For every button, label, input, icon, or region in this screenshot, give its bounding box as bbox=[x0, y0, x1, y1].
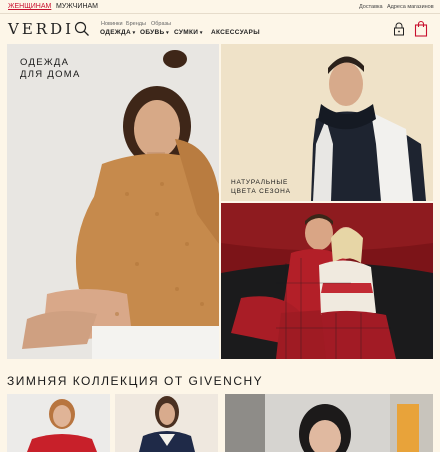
banner-home-clothing[interactable]: ОДЕЖДА ДЛЯ ДОМА bbox=[7, 44, 219, 359]
lock-icon[interactable] bbox=[393, 22, 405, 36]
subnav-looks[interactable]: Образы bbox=[151, 21, 171, 27]
nav-bags-label: СУМКИ bbox=[174, 29, 199, 36]
nav-shoes[interactable]: ОБУВЬ ▾ bbox=[140, 29, 169, 36]
subnav-new[interactable]: Новинки bbox=[101, 21, 123, 27]
product-card[interactable] bbox=[115, 394, 218, 452]
tab-women[interactable]: ЖЕНЩИНАМ bbox=[8, 3, 51, 10]
chevron-down-icon: ▾ bbox=[164, 30, 169, 36]
caption-line: ЦВЕТА СЕЗОНА bbox=[231, 188, 291, 195]
nav-bags[interactable]: СУМКИ ▾ bbox=[174, 29, 203, 36]
product-image bbox=[225, 394, 433, 452]
product-image bbox=[115, 394, 218, 452]
banner-home-clothing-image bbox=[7, 44, 219, 359]
banner-couple-pajamas-image bbox=[221, 203, 433, 359]
top-divider bbox=[0, 13, 440, 14]
logo[interactable]: VERDI bbox=[8, 20, 74, 38]
nav-accessories[interactable]: АКСЕССУАРЫ bbox=[211, 29, 260, 36]
nav-clothing-label: ОДЕЖДА bbox=[100, 29, 131, 36]
caption-line: ОДЕЖДА bbox=[20, 57, 70, 68]
banner-natural-colors[interactable]: НАТУРАЛЬНЫЕ ЦВЕТА СЕЗОНА bbox=[221, 44, 433, 201]
chevron-down-icon: ▾ bbox=[130, 30, 136, 36]
nav-clothing[interactable]: ОДЕЖДА ▾ bbox=[100, 29, 135, 36]
nav-shoes-label: ОБУВЬ bbox=[140, 29, 165, 36]
chevron-down-icon: ▾ bbox=[198, 30, 203, 36]
search-icon[interactable] bbox=[74, 21, 90, 37]
caption-line: НАТУРАЛЬНЫЕ bbox=[231, 179, 289, 186]
tab-men[interactable]: МУЖЧИНАМ bbox=[56, 3, 98, 10]
stores-link[interactable]: Адреса магазинов bbox=[387, 4, 434, 10]
section-title: ЗИМНЯЯ КОЛЛЕКЦИЯ ОТ GIVENCHY bbox=[7, 374, 264, 388]
banner-home-clothing-caption: ОДЕЖДА ДЛЯ ДОМА bbox=[20, 57, 81, 81]
product-card[interactable] bbox=[7, 394, 110, 452]
caption-line: ДЛЯ ДОМА bbox=[20, 69, 81, 80]
banner-natural-colors-caption: НАТУРАЛЬНЫЕ ЦВЕТА СЕЗОНА bbox=[231, 178, 291, 196]
banner-couple-pajamas[interactable] bbox=[221, 203, 433, 359]
delivery-link[interactable]: Доставка bbox=[359, 4, 383, 10]
subnav-brands[interactable]: Бренды bbox=[126, 21, 146, 27]
product-card[interactable] bbox=[225, 394, 433, 452]
product-image bbox=[7, 394, 110, 452]
shopping-bag-icon[interactable] bbox=[414, 20, 428, 37]
